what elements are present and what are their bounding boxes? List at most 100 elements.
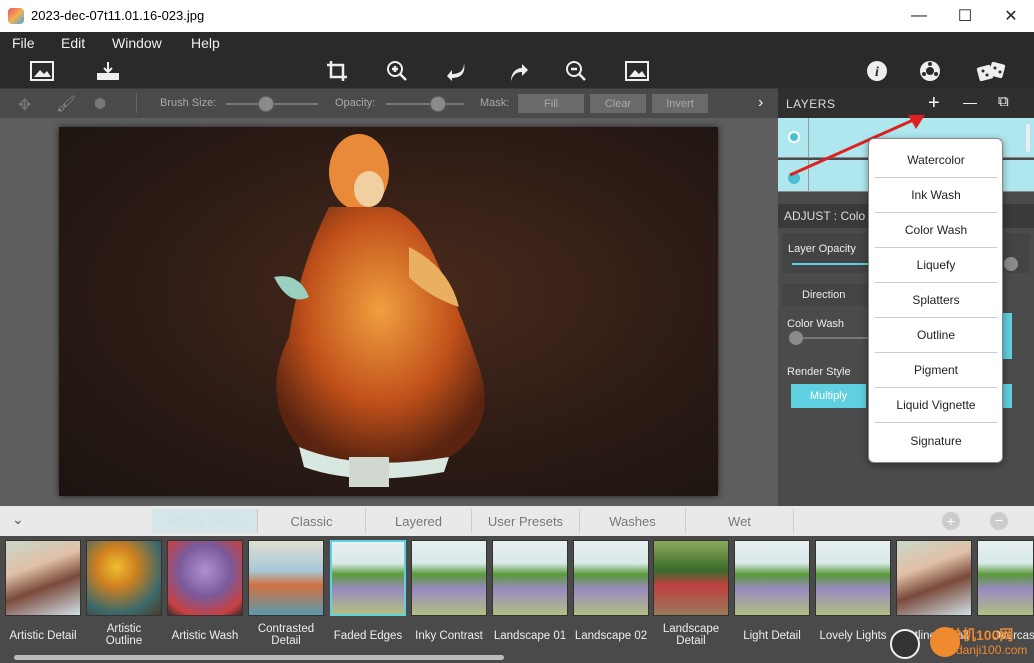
close-button[interactable]: ✕ xyxy=(988,0,1034,32)
eraser-icon[interactable]: ⬢ xyxy=(94,95,106,112)
menu-item-liquid-vignette[interactable]: Liquid Vignette xyxy=(875,388,997,423)
layer-opacity-knob[interactable] xyxy=(1004,257,1018,271)
preset-thumbnail[interactable] xyxy=(330,540,406,616)
preset-thumbnail-label: Contrasted Detail xyxy=(257,623,315,647)
menu-item-outline[interactable]: Outline xyxy=(875,318,997,353)
maximize-button[interactable]: ☐ xyxy=(942,0,988,32)
watermark-text: 单机100网 xyxy=(948,627,1014,643)
layer-opacity-label: Layer Opacity xyxy=(788,243,856,255)
menu-item-ink-wash[interactable]: Ink Wash xyxy=(875,178,997,213)
chevron-right-icon[interactable]: › xyxy=(758,94,763,112)
direction-button[interactable]: Direction xyxy=(782,284,868,306)
menu-item-watercolor[interactable]: Watercolor xyxy=(875,143,997,178)
tab-classic[interactable]: Classic xyxy=(258,509,366,533)
brush-size-label: Brush Size: xyxy=(160,97,217,109)
tab-washes[interactable]: Washes xyxy=(580,509,686,533)
preset-thumbnail[interactable] xyxy=(815,540,891,616)
preset-thumbnail[interactable] xyxy=(492,540,568,616)
opacity-slider[interactable] xyxy=(386,103,464,105)
brush-size-knob[interactable] xyxy=(258,96,274,112)
undo-icon[interactable] xyxy=(444,58,470,84)
export-icon[interactable] xyxy=(95,58,121,84)
mask-invert-button[interactable]: Invert xyxy=(652,94,708,113)
fit-image-icon[interactable] xyxy=(624,58,650,84)
tab-artistic-detail[interactable]: Artistic Detail xyxy=(152,509,258,533)
color-wash-knob[interactable] xyxy=(789,331,803,345)
opacity-label: Opacity: xyxy=(335,97,376,109)
add-layer-menu: Watercolor Ink Wash Color Wash Liquefy S… xyxy=(868,138,1003,463)
main-toolbar: i xyxy=(0,54,1034,88)
preset-thumbnail-label: Lovely Lights xyxy=(819,630,887,642)
info-icon[interactable]: i xyxy=(864,58,890,84)
preset-tabs-bar: ⌄ Artistic Detail Classic Layered User P… xyxy=(0,506,1034,536)
tab-wet[interactable]: Wet xyxy=(686,509,794,533)
tab-user-presets[interactable]: User Presets xyxy=(472,509,580,533)
menu-file[interactable]: File xyxy=(12,35,35,51)
mask-clear-button[interactable]: Clear xyxy=(590,94,646,113)
preset-thumbnail-label: Artistic Outline xyxy=(105,623,143,647)
remove-preset-icon[interactable]: − xyxy=(990,512,1008,530)
preset-thumbnail[interactable] xyxy=(573,540,649,616)
preset-thumbnail[interactable] xyxy=(5,540,81,616)
opacity-knob[interactable] xyxy=(430,96,446,112)
preset-thumbnail-label: Faded Edges xyxy=(333,630,403,642)
svg-text:i: i xyxy=(875,65,879,80)
canvas-area[interactable] xyxy=(0,118,778,506)
collapse-chevron-icon[interactable]: ⌄ xyxy=(12,511,24,528)
brush-toolbar: ✥ 🖌 ⬢ Brush Size: Opacity: Mask: Fill Cl… xyxy=(0,88,778,118)
crop-icon[interactable] xyxy=(324,58,350,84)
zoom-out-icon[interactable] xyxy=(563,58,589,84)
painting-image[interactable] xyxy=(59,127,718,496)
preset-thumbnail-label: Landscape 02 xyxy=(574,630,648,642)
adjust-title: ADJUST : Colo xyxy=(784,209,866,223)
menu-window[interactable]: Window xyxy=(112,35,162,51)
preset-thumbnail[interactable] xyxy=(86,540,162,616)
menu-item-signature[interactable]: Signature xyxy=(875,423,997,458)
menu-item-color-wash[interactable]: Color Wash xyxy=(875,213,997,248)
direction-label: Direction xyxy=(802,289,846,301)
watermark-url: danji100.com xyxy=(956,643,1028,657)
add-preset-icon[interactable]: + xyxy=(942,512,960,530)
render-style-option[interactable] xyxy=(1002,384,1012,408)
menu-item-splatters[interactable]: Splatters xyxy=(875,283,997,318)
divider xyxy=(136,93,137,113)
preset-thumbnail[interactable] xyxy=(896,540,972,616)
preset-thumbnails: Artistic Detail Artistic Outline Artistic … xyxy=(0,536,1034,663)
menu-bar: File Edit Window Help xyxy=(0,32,1034,54)
open-image-icon[interactable] xyxy=(29,58,55,84)
preset-thumbnail[interactable] xyxy=(977,540,1034,616)
redo-icon[interactable] xyxy=(505,58,531,84)
multiply-button[interactable]: Multiply xyxy=(791,384,866,408)
move-icon[interactable]: ✥ xyxy=(18,95,31,115)
menu-item-pigment[interactable]: Pigment xyxy=(875,353,997,388)
tab-layered[interactable]: Layered xyxy=(366,509,472,533)
duplicate-layer-button[interactable]: ⧉ xyxy=(998,93,1009,110)
minimize-button[interactable]: — xyxy=(896,0,942,32)
zoom-in-icon[interactable] xyxy=(384,58,410,84)
thumbnails-scrollbar[interactable] xyxy=(14,655,504,660)
mask-fill-button[interactable]: Fill xyxy=(518,94,584,113)
preset-thumbnail[interactable] xyxy=(653,540,729,616)
watermark-logo xyxy=(890,629,920,659)
preset-thumbnail[interactable] xyxy=(167,540,243,616)
menu-edit[interactable]: Edit xyxy=(61,35,85,51)
dice-icon[interactable] xyxy=(975,58,1007,84)
color-wash-label: Color Wash xyxy=(787,318,845,330)
preset-thumbnail[interactable] xyxy=(248,540,324,616)
preset-thumbnail-label: Artistic Detail xyxy=(9,630,77,642)
app-icon xyxy=(8,8,24,24)
title-bar: 2023-dec-07t11.01.16-023.jpg — ☐ ✕ xyxy=(0,0,1034,32)
preset-thumbnail[interactable] xyxy=(411,540,487,616)
layer-opacity-slider[interactable] xyxy=(792,263,872,265)
window-title: 2023-dec-07t11.01.16-023.jpg xyxy=(31,8,205,23)
layers-scrollbar[interactable] xyxy=(1026,124,1030,152)
preset-thumbnail-label: Landscape Detail xyxy=(662,623,720,647)
preset-thumbnail[interactable] xyxy=(734,540,810,616)
remove-layer-button[interactable]: — xyxy=(963,94,977,110)
menu-item-liquefy[interactable]: Liquefy xyxy=(875,248,997,283)
settings-icon[interactable] xyxy=(917,58,943,84)
brush-icon[interactable]: 🖌 xyxy=(56,94,76,114)
menu-help[interactable]: Help xyxy=(191,35,220,51)
preset-thumbnail-label: Light Detail xyxy=(743,630,801,642)
preset-thumbnail-label: Inky Contrast xyxy=(415,630,483,642)
